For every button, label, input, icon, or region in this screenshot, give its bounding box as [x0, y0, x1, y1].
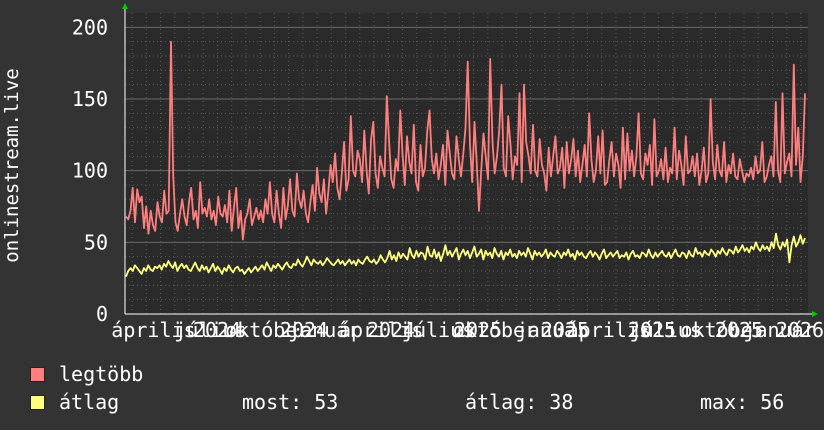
stat-avg-value: 38 — [549, 390, 574, 414]
x-tick-year: 2024 — [367, 318, 415, 342]
legend-item-max: legtöbb — [30, 362, 144, 386]
legend-label-max: legtöbb — [59, 362, 144, 386]
x-tick-year: 2025 — [628, 318, 676, 342]
stat-now-value: 53 — [314, 390, 339, 414]
chart: 0 50 100 150 200 áprilisjúliusoktóberjanuárá… — [1, 3, 824, 342]
stat-max: max: 56 — [700, 390, 784, 414]
stat-avg: átlag: 38 — [465, 390, 573, 414]
x-axis-arrow — [812, 311, 818, 317]
x-axis: áprilisjúliusoktóberjanuáráprilisjúliuso… — [111, 318, 824, 342]
y-axis-arrow — [122, 3, 128, 9]
stat-now: most: 53 — [242, 390, 338, 414]
legend-swatch-max — [30, 366, 45, 382]
stat-max-label: max: — [700, 390, 749, 414]
x-tick-year: 2025 — [541, 318, 589, 342]
x-tick-year: 2025 — [454, 318, 502, 342]
stat-max-value: 56 — [760, 390, 785, 414]
y-axis: 0 50 100 150 200 — [72, 15, 108, 326]
stat-now-label: most: — [242, 390, 303, 414]
legend-label-avg: átlag — [59, 390, 120, 414]
y-tick-label: 150 — [72, 87, 108, 111]
y-axis-label: onlinestream.live — [1, 68, 23, 262]
y-tick-label: 200 — [72, 15, 108, 39]
y-tick-label: 0 — [96, 302, 108, 326]
y-tick-label: 50 — [84, 230, 108, 254]
legend-item-avg: átlag — [30, 390, 120, 414]
y-tick-label: 100 — [72, 159, 108, 183]
x-tick-year: 2024 — [193, 318, 241, 342]
x-tick-year: 2026 — [776, 318, 824, 342]
stat-avg-label: átlag: — [465, 390, 538, 414]
x-tick-year: 2025 — [715, 318, 763, 342]
legend-swatch-avg — [30, 394, 45, 410]
x-tick-year: 2024 — [280, 318, 328, 342]
